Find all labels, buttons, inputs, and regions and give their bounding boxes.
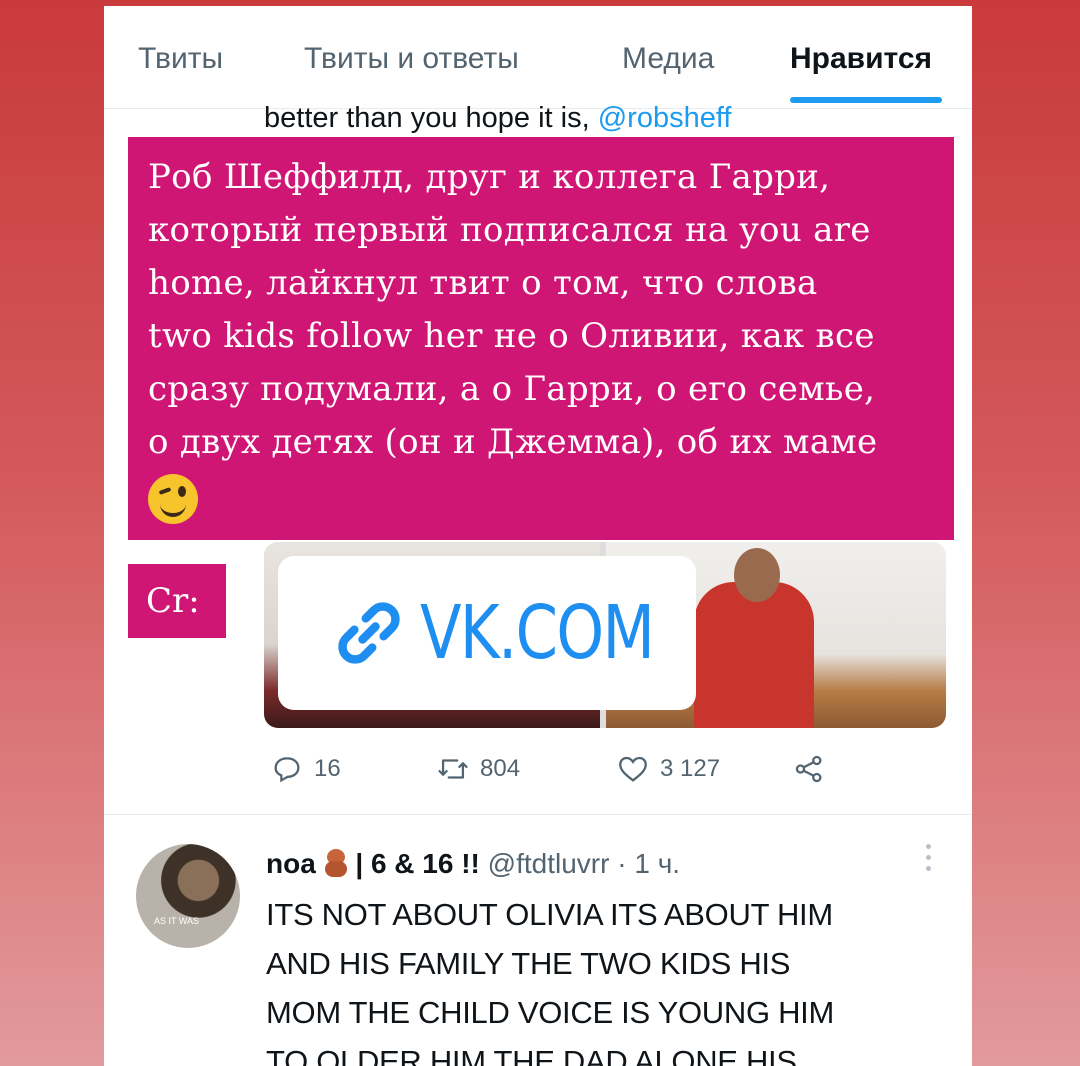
story-text-overlay: Роб Шеффилд, друг и коллега Гарри, котор… xyxy=(128,137,954,540)
active-tab-indicator xyxy=(790,97,942,103)
twitter-profile-screen: Твиты Твиты и ответы Медиа Нравится bett… xyxy=(104,6,972,1066)
tab-tweets-and-replies[interactable]: Твиты и ответы xyxy=(304,42,519,76)
link-sticker[interactable]: VK.COM xyxy=(278,556,696,710)
like-button[interactable]: 3 127 xyxy=(616,752,720,786)
heart-icon xyxy=(619,756,647,782)
more-options-icon[interactable] xyxy=(926,844,932,874)
display-name[interactable]: noa xyxy=(266,848,316,879)
tab-tweets[interactable]: Твиты xyxy=(138,42,223,76)
overlay-line: home, лайкнул твит о том, что слова xyxy=(148,263,818,303)
mention-link[interactable]: @robsheff xyxy=(598,102,732,134)
tweet-divider xyxy=(104,814,972,815)
overlay-line: который первый подписался на you are xyxy=(148,210,871,250)
tweet-text-tail: better than you hope it is, @robsheff xyxy=(264,102,731,135)
tab-likes[interactable]: Нравится xyxy=(790,42,932,76)
reply-icon xyxy=(274,757,300,783)
link-sticker-text: VK.COM xyxy=(419,590,655,676)
overlay-line: two kids follow her не о Оливии, как все xyxy=(148,316,875,356)
reply-button[interactable]: 16 xyxy=(270,752,341,786)
tweet-line: TO OLDER HIM THE DAD ALONE HIS xyxy=(266,1044,797,1066)
retweet-icon xyxy=(438,759,468,779)
media-figure-head xyxy=(734,548,780,602)
tweet-line: MOM THE CHILD VOICE IS YOUNG HIM xyxy=(266,995,834,1030)
avatar[interactable]: AS IT WAS xyxy=(136,844,240,948)
display-name-suffix[interactable]: | 6 & 16 !! xyxy=(355,848,480,879)
overlay-line: сразу подумали, а о Гарри, о его семье, xyxy=(148,369,876,409)
profile-tabs: Твиты Твиты и ответы Медиа Нравится xyxy=(104,6,972,109)
overlay-line: Роб Шеффилд, друг и коллега Гарри, xyxy=(148,157,831,197)
winking-face-emoji-icon xyxy=(148,474,198,524)
tweet-line: ITS NOT ABOUT OLIVIA ITS ABOUT HIM xyxy=(266,897,833,932)
share-button[interactable] xyxy=(792,752,826,786)
teddy-bear-emoji-icon xyxy=(324,849,348,877)
retweet-count: 804 xyxy=(480,755,521,782)
user-handle[interactable]: @ftdtluvrr xyxy=(488,848,610,879)
tweet-text: better than you hope it is, xyxy=(264,102,598,134)
overlay-line: о двух детях (он и Джемма), об их маме xyxy=(148,422,878,462)
tweet-header: noa | 6 & 16 !! @ftdtluvrr · 1 ч. xyxy=(266,848,680,880)
tweet-timestamp[interactable]: · 1 ч. xyxy=(617,848,680,879)
like-count: 3 127 xyxy=(660,755,721,782)
reply-count: 16 xyxy=(314,755,341,782)
share-icon xyxy=(795,755,822,783)
credit-label: Cr: xyxy=(128,564,226,638)
tab-media[interactable]: Медиа xyxy=(622,42,714,76)
retweet-button[interactable]: 804 xyxy=(436,752,520,786)
tweet-body: ITS NOT ABOUT OLIVIA ITS ABOUT HIM AND H… xyxy=(266,890,956,1066)
tweet-line: AND HIS FAMILY THE TWO KIDS HIS xyxy=(266,946,791,981)
avatar-caption: AS IT WAS xyxy=(154,916,200,926)
media-figure xyxy=(694,582,814,728)
link-icon xyxy=(338,602,400,664)
